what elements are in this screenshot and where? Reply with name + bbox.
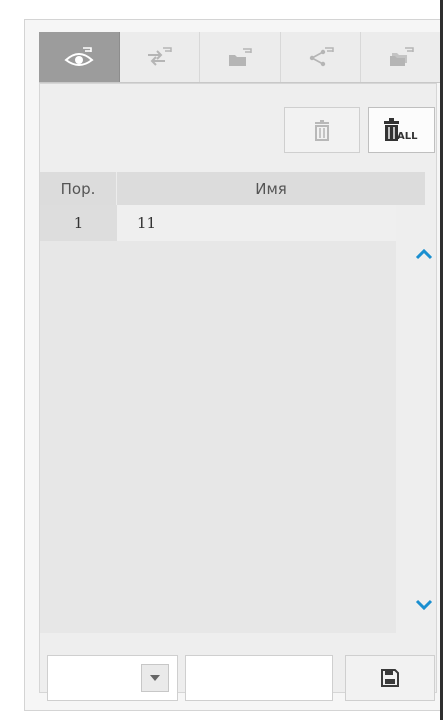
layout-panel: ALL Пор. Имя 1 11 [24, 19, 442, 711]
table-row[interactable]: 1 11 [40, 205, 396, 241]
chevron-up-icon [415, 248, 433, 260]
tab-view[interactable] [39, 32, 120, 82]
name-input[interactable] [185, 655, 333, 701]
delete-button[interactable] [284, 107, 360, 153]
scroll-up-button[interactable] [411, 241, 437, 267]
swap-arrows-icon [148, 47, 173, 66]
tab-share[interactable] [281, 32, 362, 82]
delete-all-label: ALL [397, 131, 418, 142]
trash-icon [315, 120, 329, 141]
header-order[interactable]: Пор. [40, 172, 117, 205]
tab-folders[interactable] [361, 32, 442, 82]
row-order: 1 [40, 205, 117, 241]
trash-all-icon: ALL [383, 118, 418, 142]
floppy-disk-icon [381, 669, 399, 687]
select-arrow-button[interactable] [141, 664, 169, 692]
header-name[interactable]: Имя [117, 172, 425, 205]
eye-icon [64, 47, 94, 66]
tab-bar [39, 32, 442, 83]
save-button[interactable] [345, 655, 435, 701]
share-icon [309, 47, 334, 67]
chevron-down-icon [415, 599, 433, 611]
tab-swap[interactable] [120, 32, 201, 82]
table-header: Пор. Имя [40, 172, 425, 205]
delete-all-button[interactable]: ALL [368, 107, 435, 153]
tab-folder[interactable] [200, 32, 281, 82]
content-area: ALL Пор. Имя 1 11 [39, 83, 437, 701]
folder-icon [228, 48, 252, 66]
folders-icon [390, 47, 414, 66]
row-name: 11 [117, 205, 396, 241]
scroll-down-button[interactable] [411, 592, 437, 618]
caret-down-icon [150, 675, 160, 681]
preset-select[interactable] [47, 655, 178, 701]
table-body: 1 11 [40, 205, 396, 633]
